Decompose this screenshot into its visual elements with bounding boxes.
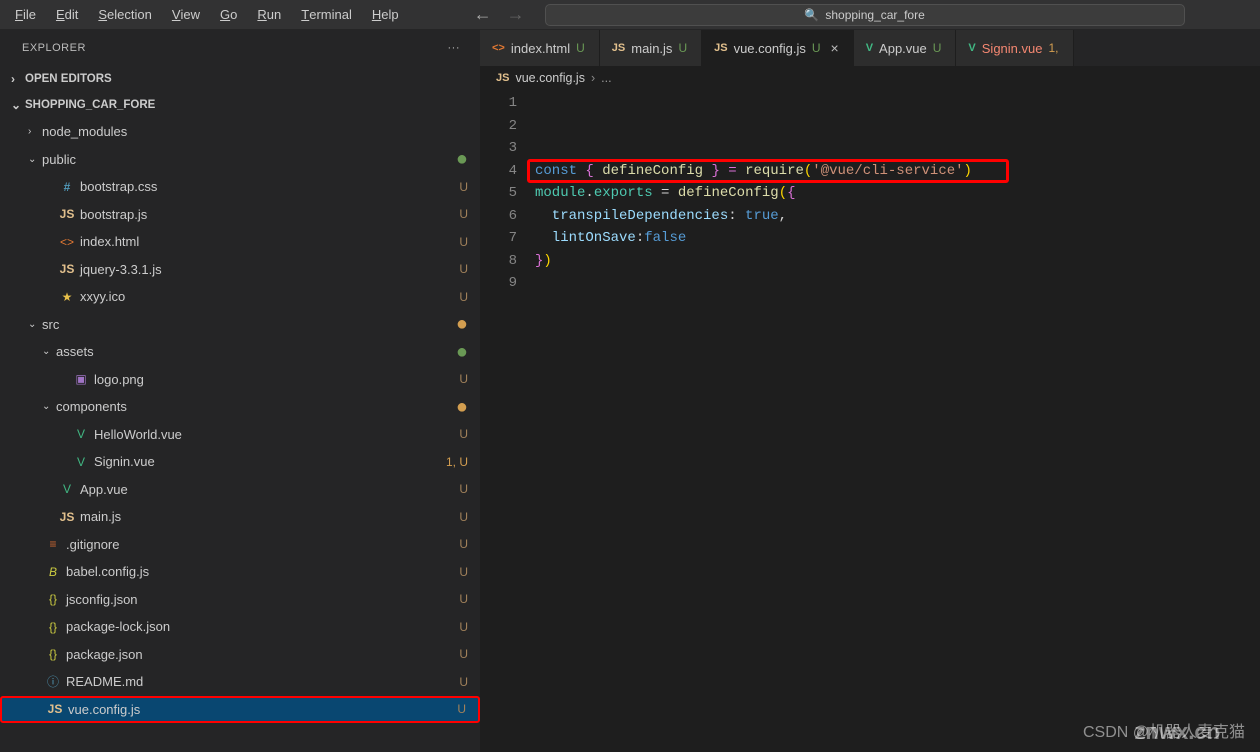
file-babel.config.js[interactable]: Bbabel.config.jsU <box>0 558 480 586</box>
sidebar: EXPLORER ··· ›OPEN EDITORS ⌄SHOPPING_CAR… <box>0 30 480 752</box>
file-package.json[interactable]: {}package.jsonU <box>0 641 480 669</box>
open-editors-section[interactable]: ›OPEN EDITORS <box>0 66 480 92</box>
menu-file[interactable]: File <box>5 0 46 30</box>
menu-selection[interactable]: Selection <box>88 0 161 30</box>
menu-go[interactable]: Go <box>210 0 247 30</box>
file-vue.config.js[interactable]: JSvue.config.jsU <box>0 696 480 724</box>
file-jquery-3.3.1.js[interactable]: JSjquery-3.3.1.jsU <box>0 256 480 284</box>
file-bootstrap.js[interactable]: JSbootstrap.jsU <box>0 201 480 229</box>
nav-back-icon[interactable]: ← <box>474 4 492 25</box>
file-src[interactable]: ⌄src● <box>0 311 480 339</box>
file-main.js[interactable]: JSmain.jsU <box>0 503 480 531</box>
file-.gitignore[interactable]: ≡.gitignoreU <box>0 531 480 559</box>
file-App.vue[interactable]: VApp.vueU <box>0 476 480 504</box>
tab-Signin.vue[interactable]: VSignin.vue1, <box>956 30 1073 66</box>
menu-run[interactable]: Run <box>247 0 291 30</box>
menubar: File Edit Selection View Go Run Terminal… <box>0 0 1260 30</box>
file-xxyy.ico[interactable]: ★xxyy.icoU <box>0 283 480 311</box>
menu-help[interactable]: Help <box>362 0 409 30</box>
nav-fwd-icon[interactable]: → <box>507 4 525 25</box>
search-text: shopping_car_fore <box>825 8 924 22</box>
tab-vue.config.js[interactable]: JSvue.config.jsU× <box>702 30 854 66</box>
menu-edit[interactable]: Edit <box>46 0 88 30</box>
file-index.html[interactable]: <>index.htmlU <box>0 228 480 256</box>
tab-App.vue[interactable]: VApp.vueU <box>854 30 957 66</box>
file-node_modules[interactable]: ›node_modules <box>0 118 480 146</box>
tabs: <>index.htmlUJSmain.jsUJSvue.config.jsU×… <box>480 30 1260 66</box>
menu-terminal[interactable]: Terminal <box>291 0 362 30</box>
more-icon[interactable]: ··· <box>448 42 461 54</box>
breadcrumb[interactable]: JS vue.config.js › ... <box>480 66 1260 90</box>
watermark2: znwx.cn <box>1134 719 1220 745</box>
file-tree: ›node_modules⌄public●#bootstrap.cssUJSbo… <box>0 118 480 752</box>
file-HelloWorld.vue[interactable]: VHelloWorld.vueU <box>0 421 480 449</box>
file-bootstrap.css[interactable]: #bootstrap.cssU <box>0 173 480 201</box>
search-icon: 🔍 <box>804 8 819 22</box>
file-jsconfig.json[interactable]: {}jsconfig.jsonU <box>0 586 480 614</box>
file-components[interactable]: ⌄components● <box>0 393 480 421</box>
file-public[interactable]: ⌄public● <box>0 146 480 174</box>
explorer-title: EXPLORER <box>22 42 86 54</box>
file-assets[interactable]: ⌄assets● <box>0 338 480 366</box>
file-package-lock.json[interactable]: {}package-lock.jsonU <box>0 613 480 641</box>
menu-view[interactable]: View <box>162 0 210 30</box>
project-section[interactable]: ⌄SHOPPING_CAR_FORE <box>0 92 480 118</box>
file-README.md[interactable]: ⓘREADME.mdU <box>0 668 480 696</box>
tab-index.html[interactable]: <>index.htmlU <box>480 30 600 66</box>
file-logo.png[interactable]: ▣logo.pngU <box>0 366 480 394</box>
search-input[interactable]: 🔍 shopping_car_fore <box>545 4 1185 26</box>
code-editor[interactable]: 123456789 const { defineConfig } = requi… <box>480 90 1260 752</box>
tab-main.js[interactable]: JSmain.jsU <box>600 30 702 66</box>
file-Signin.vue[interactable]: VSignin.vue1, U <box>0 448 480 476</box>
